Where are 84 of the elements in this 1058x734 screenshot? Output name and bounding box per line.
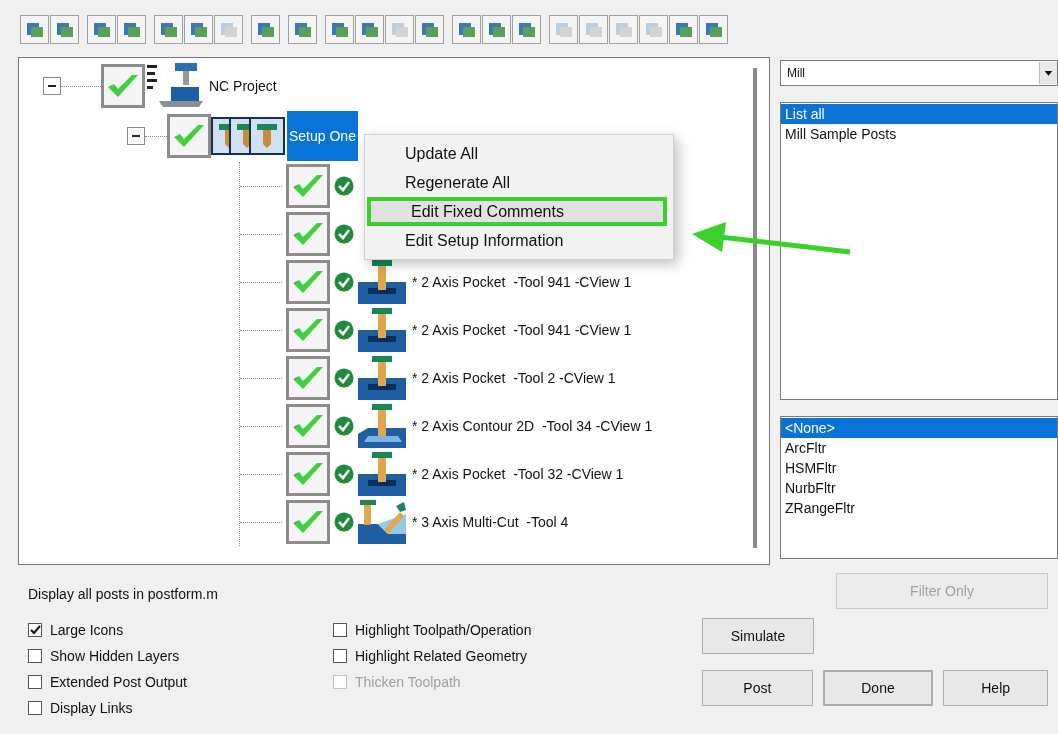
tree-item-label[interactable]: NC Project — [209, 75, 277, 97]
toolbar-button[interactable] — [154, 15, 183, 44]
dropdown-caret-icon — [1039, 62, 1057, 84]
list-item[interactable]: List all — [781, 104, 1057, 124]
toolbar-button[interactable] — [251, 15, 280, 44]
checkbox-label: Display Links — [50, 698, 133, 718]
checkbox[interactable] — [28, 675, 42, 689]
toolbar-button[interactable] — [20, 15, 49, 44]
done-button[interactable]: Done — [822, 670, 934, 706]
contour-operation-icon — [358, 404, 406, 448]
toolbar-button[interactable] — [325, 15, 354, 44]
toolbar-button[interactable] — [482, 15, 511, 44]
checkbox-label: Highlight Related Geometry — [355, 646, 527, 666]
menu-item[interactable]: Regenerate All — [365, 168, 673, 197]
status-ok-icon — [334, 176, 354, 196]
tree-checkbox[interactable] — [101, 64, 145, 108]
toolbar-button[interactable] — [355, 15, 384, 44]
toolbar-button[interactable] — [452, 15, 481, 44]
toolbar-button[interactable] — [512, 15, 541, 44]
post-button[interactable]: Post — [702, 670, 813, 706]
toolbar-button[interactable] — [669, 15, 698, 44]
setup-stack-icon — [211, 114, 287, 158]
checkbox[interactable] — [28, 649, 42, 663]
machine-dropdown[interactable]: Mill — [780, 60, 1058, 86]
checkbox-label: Show Hidden Layers — [50, 646, 180, 666]
tree-item-label[interactable]: * 2 Axis Pocket -Tool 32 -CView 1 — [412, 463, 624, 485]
checkbox-label: Large Icons — [50, 620, 124, 640]
menu-item[interactable]: Edit Setup Information — [365, 226, 673, 255]
list-item[interactable]: NurbFltr — [781, 478, 1057, 498]
checkbox-label: Thicken Toolpath — [355, 672, 461, 692]
list-item[interactable]: ArcFltr — [781, 438, 1057, 458]
status-ok-icon — [334, 512, 354, 532]
help-button[interactable]: Help — [943, 670, 1048, 706]
list-item[interactable]: <None> — [781, 418, 1057, 438]
tree-checkbox[interactable] — [286, 212, 330, 256]
pocket-operation-icon — [358, 308, 406, 352]
menu-item[interactable]: Edit Fixed Comments — [367, 197, 667, 226]
toolbar-button[interactable] — [50, 15, 79, 44]
tree-checkbox[interactable] — [167, 114, 211, 158]
checkbox[interactable] — [28, 701, 42, 715]
tree-item-label[interactable]: Setup One — [287, 111, 358, 161]
status-ok-icon — [334, 368, 354, 388]
tree-item-label[interactable]: * 2 Axis Pocket -Tool 941 -CView 1 — [412, 271, 632, 293]
menu-item[interactable]: Update All — [365, 139, 673, 168]
tree-item-label[interactable]: * 3 Axis Multi-Cut -Tool 4 — [412, 511, 569, 533]
toolbar-button[interactable] — [184, 15, 213, 44]
checkbox[interactable] — [28, 623, 42, 637]
toolbar-button[interactable] — [87, 15, 116, 44]
checkbox[interactable] — [333, 649, 347, 663]
toolbar-button[interactable] — [699, 15, 728, 44]
tree-item-label[interactable]: * 2 Axis Pocket -Tool 2 -CView 1 — [412, 367, 616, 389]
tree-checkbox[interactable] — [286, 356, 330, 400]
tree-checkbox[interactable] — [286, 452, 330, 496]
toolbar-button[interactable] — [415, 15, 444, 44]
multi-cut-operation-icon — [358, 500, 406, 544]
status-text: Display all posts in postform.m — [28, 584, 219, 604]
tree-item-label[interactable]: * 2 Axis Contour 2D -Tool 34 -CView 1 — [412, 415, 653, 437]
tree-checkbox[interactable] — [286, 500, 330, 544]
check-icon — [29, 624, 41, 636]
pocket-operation-icon — [358, 452, 406, 496]
list-item[interactable]: HSMFltr — [781, 458, 1057, 478]
status-ok-icon — [334, 224, 354, 244]
status-ok-icon — [334, 320, 354, 340]
tree-checkbox[interactable] — [286, 260, 330, 304]
list-item[interactable]: ZRangeFltr — [781, 498, 1057, 518]
pocket-operation-icon — [358, 260, 406, 304]
status-ok-icon — [334, 416, 354, 436]
collapse-toggle[interactable] — [43, 77, 61, 95]
tree-checkbox[interactable] — [286, 308, 330, 352]
tree-checkbox[interactable] — [286, 164, 330, 208]
tree-item-label[interactable]: * 2 Axis Pocket -Tool 941 -CView 1 — [412, 319, 632, 341]
list-item[interactable]: Mill Sample Posts — [781, 124, 1057, 144]
checkbox-label: Highlight Toolpath/Operation — [355, 620, 532, 640]
collapse-toggle[interactable] — [127, 127, 145, 145]
tree-checkbox[interactable] — [286, 404, 330, 448]
checkbox-label: Extended Post Output — [50, 672, 187, 692]
scrollbar-thumb[interactable] — [753, 68, 757, 548]
toolbar-button[interactable] — [288, 15, 317, 44]
checkbox[interactable] — [333, 623, 347, 637]
status-ok-icon — [334, 272, 354, 292]
status-ok-icon — [334, 464, 354, 484]
toolbar-button[interactable] — [117, 15, 146, 44]
simulate-button[interactable]: Simulate — [702, 618, 814, 654]
pocket-operation-icon — [358, 356, 406, 400]
